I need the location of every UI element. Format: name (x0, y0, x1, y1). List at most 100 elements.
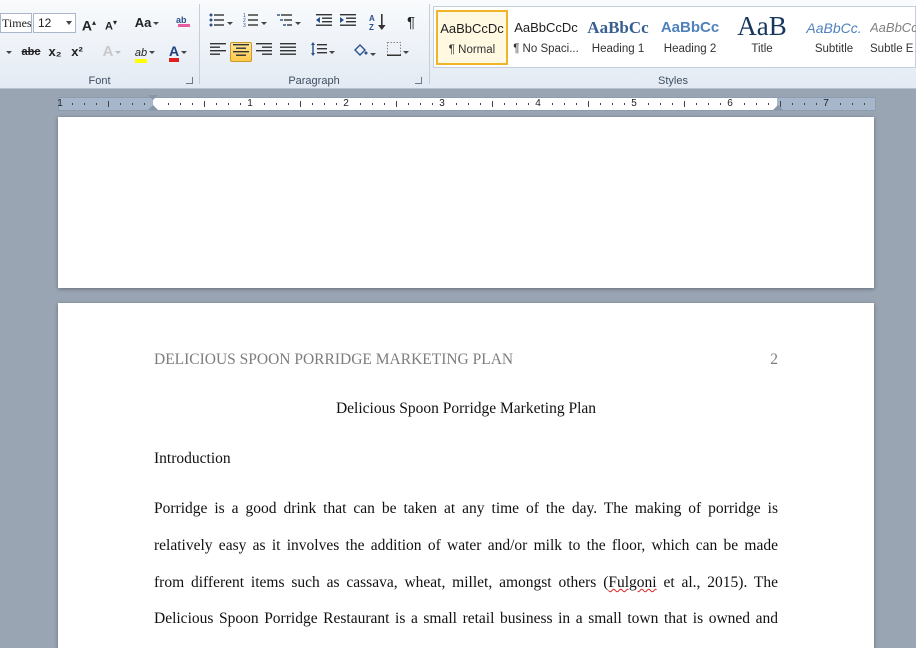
font-dialog-launcher-icon[interactable] (186, 77, 193, 84)
clear-format-icon: ab (176, 15, 190, 27)
font-color-icon: A (168, 44, 180, 62)
line-spacing-button[interactable] (310, 42, 336, 62)
increase-indent-button[interactable] (338, 13, 358, 33)
align-left-icon (210, 43, 226, 55)
grow-font-button[interactable]: A▴ (80, 13, 98, 34)
shrink-font-button[interactable]: A▾ (102, 13, 120, 33)
ruler-tick (264, 103, 265, 105)
ruler-tick (132, 103, 133, 105)
paragraph-dialog-launcher-icon[interactable] (415, 77, 422, 84)
ruler-tick (360, 103, 361, 105)
style-preview: AaBbCcI (870, 20, 916, 35)
first-line-indent-marker[interactable] (148, 95, 158, 100)
paint-bucket-icon (354, 44, 368, 56)
body-text-segment: et al., 2015). The (656, 574, 778, 591)
ribbon: Times New Roman 12 A▴ A▾ Aa ab abc x₂ x²… (0, 0, 916, 89)
ruler-tick (756, 103, 757, 105)
align-left-button[interactable] (208, 42, 228, 62)
ruler-tick (852, 103, 853, 105)
misspelled-word[interactable]: Fulgoni (608, 574, 656, 591)
style-heading-2[interactable]: AaBbCc Heading 2 (654, 11, 726, 66)
ruler-tick (600, 103, 601, 105)
highlight-button[interactable]: ab (130, 42, 160, 63)
bullets-button[interactable] (208, 13, 234, 33)
hanging-indent-marker[interactable] (148, 105, 158, 110)
justify-button[interactable] (278, 42, 298, 62)
grow-font-icon: A (81, 17, 93, 34)
horizontal-ruler[interactable]: 1 1 2 3 4 5 6 7 (57, 95, 876, 111)
style-title[interactable]: AaB Title (726, 11, 798, 66)
ruler-tick (192, 103, 193, 105)
strikethrough-button[interactable]: abc (20, 42, 42, 62)
ruler-number: 5 (631, 98, 637, 109)
ruler-tick (708, 103, 709, 105)
shading-button[interactable] (350, 42, 378, 62)
subscript-button[interactable]: x₂ (46, 42, 64, 62)
ruler-tick (564, 103, 565, 105)
style-subtitle[interactable]: AaBbCc. Subtitle (798, 11, 870, 66)
numbering-icon: 123 (243, 13, 258, 29)
show-marks-button[interactable]: ¶ (402, 13, 420, 33)
ruler-tick (384, 103, 385, 105)
sort-button[interactable]: AZ (368, 13, 388, 33)
ruler-tick (120, 103, 121, 105)
section-heading: Introduction (154, 450, 231, 467)
ruler-number: 3 (439, 98, 445, 109)
ruler-tick (696, 103, 697, 105)
borders-button[interactable] (384, 42, 412, 62)
style-preview: AaBbCc (587, 18, 649, 37)
document-page-2[interactable]: DELICIOUS SPOON PORRIDGE MARKETING PLAN … (58, 303, 874, 648)
text-effects-icon: A (102, 43, 114, 60)
body-text-segment: from different items such as cassava, wh… (154, 574, 609, 591)
ruler-tick (864, 103, 865, 105)
decrease-indent-button[interactable] (314, 13, 334, 33)
clear-formatting-button[interactable]: ab (174, 13, 194, 33)
ruler-tick (396, 101, 397, 107)
font-size-box[interactable]: 12 (33, 13, 76, 33)
style-name: ¶ Normal (448, 44, 496, 56)
font-group-label: Font (88, 75, 111, 87)
paragraph-group-label: Paragraph (288, 75, 340, 87)
ruler-tick (372, 103, 373, 105)
text-effects-button[interactable]: A (100, 42, 124, 62)
style-preview: AaBbCcDc (440, 21, 504, 36)
dropdown-left-button[interactable] (2, 42, 14, 62)
increase-indent-icon (340, 14, 356, 26)
ruler-tick (480, 103, 481, 105)
change-case-button[interactable]: Aa (134, 13, 160, 33)
svg-text:3: 3 (243, 23, 246, 27)
ruler-tick (624, 103, 625, 105)
paragraph-group: 123 AZ ¶ Paragraph (200, 0, 428, 89)
style-heading-1[interactable]: AaBbCc Heading 1 (582, 11, 654, 66)
ruler-tick (204, 101, 205, 107)
justify-icon (280, 43, 296, 55)
align-right-button[interactable] (254, 42, 274, 62)
style-name: Title (751, 43, 773, 55)
font-name-box[interactable]: Times New Roman (0, 13, 32, 33)
align-center-button[interactable] (230, 42, 252, 62)
style-preview: AaBbCc. (806, 20, 862, 36)
ruler-tick (456, 103, 457, 105)
multilevel-list-button[interactable] (276, 13, 302, 33)
font-color-button[interactable]: A (164, 42, 192, 62)
page-header: DELICIOUS SPOON PORRIDGE MARKETING PLAN (154, 351, 514, 368)
ruler-tick (840, 103, 841, 105)
ruler-tick (168, 103, 169, 105)
right-indent-marker[interactable] (773, 105, 783, 110)
style-no-spacing[interactable]: AaBbCcDc ¶ No Spaci... (510, 11, 582, 66)
style-name: Heading 1 (591, 43, 645, 55)
style-normal[interactable]: AaBbCcDc ¶ Normal (436, 10, 508, 65)
svg-text:ab: ab (176, 15, 187, 25)
style-preview: AaBbCc (660, 19, 720, 36)
ruler-tick (468, 103, 469, 105)
document-page-1[interactable] (58, 117, 874, 288)
numbering-button[interactable]: 123 (242, 13, 268, 33)
bullets-icon (209, 13, 224, 27)
ruler-tick (432, 103, 433, 105)
ruler-number: 1 (247, 98, 253, 109)
ruler-tick (336, 103, 337, 105)
ruler-tick (84, 103, 85, 105)
style-name: Subtitle (814, 43, 854, 55)
superscript-button[interactable]: x² (68, 42, 86, 62)
style-subtle-emphasis[interactable]: AaBbCcI Subtle E (870, 11, 916, 66)
